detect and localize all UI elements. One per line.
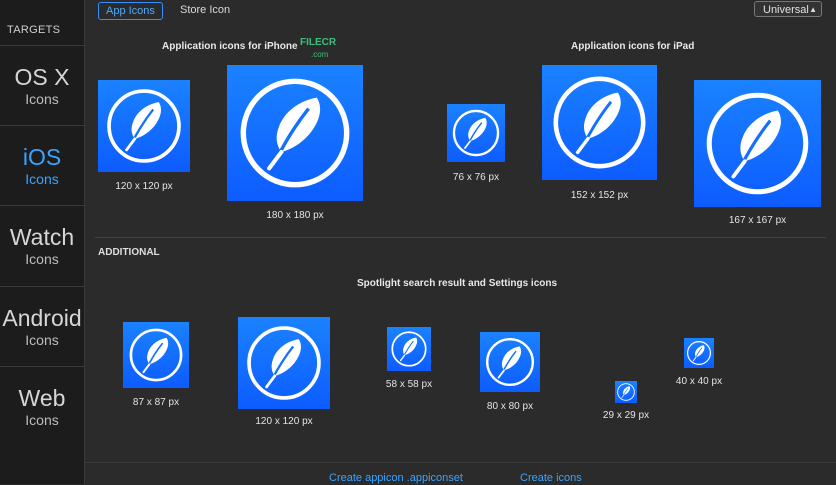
watermark-domain: .com [311, 50, 329, 59]
feather-icon [98, 80, 190, 172]
icon-preview-120-additional [238, 317, 330, 409]
icon-preview-80 [480, 332, 540, 392]
footer-bar: Create appicon .appiconset Create icons [85, 462, 836, 485]
icon-preview-180 [227, 65, 363, 201]
icon-preview-29 [615, 381, 637, 403]
sidebar-item-label: iOS [22, 144, 62, 170]
feather-icon [542, 65, 657, 180]
feather-icon [227, 65, 363, 201]
icon-size-label: 152 x 152 px [570, 190, 629, 201]
sidebar-item-ios[interactable]: iOS Icons [0, 125, 84, 206]
sidebar-item-sublabel: Icons [25, 171, 59, 187]
sidebar-item-sublabel: Icons [25, 251, 59, 267]
feather-icon [238, 317, 330, 409]
icon-size-label: 180 x 180 px [266, 210, 324, 221]
watermark-text: FILECR [300, 37, 337, 48]
iphone-section-title: Application icons for iPhone [162, 41, 298, 52]
feather-icon [480, 332, 540, 392]
icon-size-label: 29 x 29 px [602, 410, 650, 421]
icon-preview-87 [123, 322, 189, 388]
icon-size-label: 80 x 80 px [486, 401, 534, 412]
spotlight-section-title: Spotlight search result and Settings ico… [357, 278, 558, 289]
feather-icon [387, 327, 431, 371]
icon-size-label: 58 x 58 px [385, 379, 433, 390]
sidebar-item-watch[interactable]: Watch Icons [0, 205, 84, 286]
tab-store-icon[interactable]: Store Icon [173, 2, 237, 18]
sidebar-item-osx[interactable]: OS X Icons [0, 45, 84, 126]
main-panel: App Icons Store Icon Universal ▲ Applica… [85, 0, 836, 485]
additional-label: ADDITIONAL [98, 247, 160, 258]
feather-icon [447, 104, 505, 162]
device-select-value: Universal [763, 4, 809, 16]
icon-size-label: 120 x 120 px [115, 181, 173, 192]
icon-preview-40 [684, 338, 714, 368]
sidebar-item-sublabel: Icons [25, 91, 59, 107]
sidebar-item-sublabel: Icons [25, 412, 59, 428]
icon-preview-167 [694, 80, 821, 207]
sidebar-item-label: Watch [9, 224, 75, 250]
feather-icon [694, 80, 821, 207]
icon-size-label: 167 x 167 px [728, 215, 787, 226]
icon-size-label: 76 x 76 px [452, 172, 500, 183]
icon-preview-58 [387, 327, 431, 371]
sidebar-item-label: Android [2, 305, 82, 331]
sidebar-title: TARGETS [7, 24, 61, 36]
tab-app-icons[interactable]: App Icons [98, 2, 163, 20]
section-divider [95, 237, 826, 238]
device-select[interactable]: Universal ▲ [754, 1, 822, 17]
icon-preview-76 [447, 104, 505, 162]
sidebar-item-label: Web [18, 385, 66, 411]
targets-sidebar: TARGETS OS X Icons iOS Icons Watch Icons… [0, 0, 85, 484]
icon-size-label: 87 x 87 px [132, 397, 180, 408]
icon-size-label: 40 x 40 px [675, 376, 723, 387]
sidebar-item-sublabel: Icons [25, 332, 59, 348]
create-appiconset-link[interactable]: Create appicon .appiconset [329, 472, 463, 484]
sidebar-item-android[interactable]: Android Icons [0, 286, 84, 367]
ipad-section-title: Application icons for iPad [571, 41, 695, 52]
feather-icon [123, 322, 189, 388]
create-icons-link[interactable]: Create icons [520, 472, 582, 484]
feather-icon [684, 338, 714, 368]
sidebar-item-web[interactable]: Web Icons [0, 366, 84, 447]
sidebar-item-label: OS X [14, 64, 70, 90]
chevron-updown-icon: ▲ [809, 5, 817, 14]
icon-preview-120 [98, 80, 190, 172]
icon-size-label: 120 x 120 px [255, 416, 313, 427]
feather-icon [615, 381, 637, 403]
icon-preview-152 [542, 65, 657, 180]
